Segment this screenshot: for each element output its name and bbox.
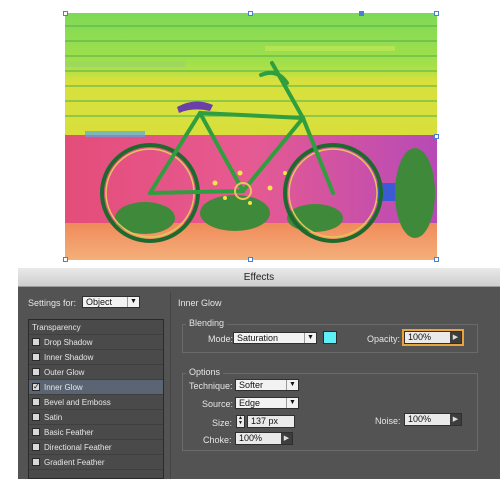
settings-for-dropdown[interactable]: Object ▼ bbox=[82, 296, 140, 308]
effect-list-item[interactable]: Gradient Feather bbox=[29, 455, 163, 470]
glow-color-swatch[interactable] bbox=[323, 331, 337, 344]
technique-dropdown[interactable]: Softer ▼ bbox=[235, 379, 299, 391]
effects-list: Transparency Drop Shadow Inner Shadow Outer… bbox=[28, 319, 164, 479]
effect-list-item[interactable]: Bevel and Emboss bbox=[29, 395, 163, 410]
effect-list-label: Basic Feather bbox=[44, 428, 94, 437]
chevron-down-icon: ▼ bbox=[286, 380, 298, 390]
effects-dialog: Effects Settings for: Object ▼ Inner Glo… bbox=[18, 268, 500, 479]
effect-list-label: Transparency bbox=[32, 323, 81, 332]
noise-field[interactable]: 100% ▶ bbox=[404, 413, 462, 426]
selection-handle-bottom-center[interactable] bbox=[248, 257, 253, 262]
chevron-down-icon: ▼ bbox=[304, 333, 316, 343]
effect-checkbox[interactable] bbox=[32, 368, 40, 376]
blend-mode-value: Saturation bbox=[237, 333, 279, 343]
effect-list-label: Inner Shadow bbox=[44, 353, 94, 362]
effect-list-label: Gradient Feather bbox=[44, 458, 105, 467]
triangle-right-icon[interactable]: ▶ bbox=[450, 332, 461, 343]
size-label: Size: bbox=[212, 418, 233, 428]
effect-checkbox[interactable] bbox=[32, 428, 40, 436]
source-dropdown[interactable]: Edge ▼ bbox=[235, 397, 299, 409]
effect-checkbox[interactable] bbox=[32, 443, 40, 451]
size-value: 137 px bbox=[251, 416, 279, 426]
effect-list-item[interactable]: Satin bbox=[29, 410, 163, 425]
effect-list-label: Outer Glow bbox=[44, 368, 85, 377]
effect-checkbox[interactable] bbox=[32, 413, 40, 421]
blending-heading: Blending bbox=[186, 318, 228, 328]
opacity-label: Opacity: bbox=[367, 334, 401, 344]
selection-handle-corner-point[interactable] bbox=[359, 11, 364, 16]
source-value: Edge bbox=[239, 398, 261, 408]
effect-list-item[interactable]: Transparency bbox=[29, 320, 163, 335]
dialog-title: Effects bbox=[18, 268, 500, 287]
blend-mode-dropdown[interactable]: Saturation ▼ bbox=[233, 332, 317, 344]
opacity-field[interactable]: 100% ▶ bbox=[402, 329, 464, 346]
effect-checkbox[interactable] bbox=[32, 353, 40, 361]
effect-checkbox[interactable] bbox=[32, 398, 40, 406]
document-canvas bbox=[0, 0, 500, 268]
opacity-value: 100% bbox=[408, 332, 432, 342]
stepper-icon[interactable]: ▲ ▼ bbox=[236, 415, 245, 428]
noise-value: 100% bbox=[408, 414, 432, 424]
size-field[interactable]: 137 px bbox=[247, 415, 295, 428]
effect-list-label: Drop Shadow bbox=[44, 338, 93, 347]
choke-value: 100% bbox=[239, 433, 263, 443]
effect-list-label: Directional Feather bbox=[44, 443, 112, 452]
selection-handle-right[interactable] bbox=[434, 134, 439, 139]
settings-for-label: Settings for: bbox=[28, 298, 77, 308]
effect-title: Inner Glow bbox=[178, 298, 222, 308]
source-label: Source: bbox=[202, 399, 234, 409]
choke-field[interactable]: 100% ▶ bbox=[235, 432, 293, 445]
checkmark-icon[interactable]: ✓ bbox=[32, 383, 40, 391]
selection-handle-top-left[interactable] bbox=[63, 11, 68, 16]
effect-list-item[interactable]: Outer Glow bbox=[29, 365, 163, 380]
triangle-right-icon[interactable]: ▶ bbox=[281, 433, 292, 444]
effect-list-label: Inner Glow bbox=[44, 383, 83, 392]
effect-checkbox[interactable] bbox=[32, 458, 40, 466]
effect-list-item[interactable]: Drop Shadow bbox=[29, 335, 163, 350]
effect-list-label: Satin bbox=[44, 413, 63, 422]
selection-handle-top-center[interactable] bbox=[248, 11, 253, 16]
effect-list-label: Bevel and Emboss bbox=[44, 398, 111, 407]
noise-label: Noise: bbox=[375, 416, 401, 426]
selection-handle-top-right[interactable] bbox=[434, 11, 439, 16]
selection-handle-bottom-left[interactable] bbox=[63, 257, 68, 262]
technique-label: Technique: bbox=[189, 381, 233, 391]
effect-list-item[interactable]: Directional Feather bbox=[29, 440, 163, 455]
technique-value: Softer bbox=[239, 380, 264, 390]
chevron-down-icon: ▼ bbox=[127, 297, 139, 307]
selection-handle-bottom-right[interactable] bbox=[434, 257, 439, 262]
bicycle-photo[interactable] bbox=[65, 13, 437, 260]
options-heading: Options bbox=[186, 367, 224, 377]
effect-list-item[interactable]: ✓ Inner Glow bbox=[29, 380, 163, 395]
settings-for-value: Object bbox=[86, 297, 113, 307]
effect-checkbox[interactable] bbox=[32, 338, 40, 346]
triangle-right-icon[interactable]: ▶ bbox=[450, 414, 461, 425]
panel-divider bbox=[170, 292, 171, 479]
effect-list-item[interactable]: Basic Feather bbox=[29, 425, 163, 440]
effect-list-item[interactable]: Inner Shadow bbox=[29, 350, 163, 365]
mode-label: Mode: bbox=[208, 334, 234, 344]
choke-label: Choke: bbox=[203, 435, 232, 445]
chevron-down-icon: ▼ bbox=[286, 398, 298, 408]
